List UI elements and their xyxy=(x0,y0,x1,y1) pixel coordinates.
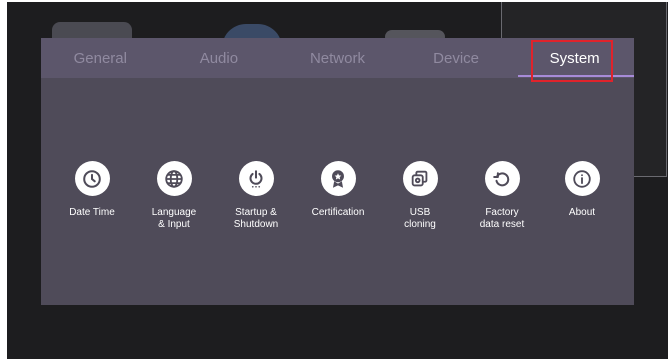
tab-network[interactable]: Network xyxy=(278,38,397,78)
info-icon xyxy=(573,169,591,188)
factory-reset-button[interactable]: Factory data reset xyxy=(457,161,547,231)
display-screen: General Audio Network Device System Date… xyxy=(7,2,668,359)
icon-circle xyxy=(74,161,110,196)
icon-circle xyxy=(156,161,192,196)
reset-icon xyxy=(493,171,510,186)
certification-button[interactable]: Certification xyxy=(293,161,383,219)
tab-label: Audio xyxy=(199,49,239,67)
item-label: Certification xyxy=(311,207,365,218)
item-label: USB cloning xyxy=(404,207,436,230)
tab-label: General xyxy=(73,49,127,67)
date-time-button[interactable]: Date Time xyxy=(47,161,137,219)
about-button[interactable]: About xyxy=(537,161,627,219)
item-label: Factory data reset xyxy=(479,207,525,230)
tab-label: System xyxy=(549,49,600,67)
language-input-button[interactable]: Language & Input xyxy=(129,161,219,231)
tab-audio[interactable]: Audio xyxy=(160,38,279,78)
icon-circle xyxy=(238,161,274,196)
usb-cloning-button[interactable]: USB cloning xyxy=(375,161,465,231)
icon-circle xyxy=(484,161,520,196)
tab-bar: General Audio Network Device System xyxy=(41,38,634,78)
globe-icon xyxy=(165,169,183,188)
tab-device[interactable]: Device xyxy=(397,38,516,78)
icon-circle xyxy=(402,161,438,196)
icon-circle xyxy=(320,161,356,196)
tab-system[interactable]: System xyxy=(515,38,634,78)
power-icon xyxy=(249,169,263,188)
copy-icon xyxy=(411,170,428,186)
award-icon xyxy=(332,169,344,188)
settings-dialog: General Audio Network Device System Date… xyxy=(41,38,634,305)
tab-general[interactable]: General xyxy=(41,38,160,78)
item-label: Date Time xyxy=(69,207,115,218)
item-label: Language & Input xyxy=(151,207,197,230)
icon-circle xyxy=(564,161,600,196)
clock-icon xyxy=(83,169,101,188)
tab-label: Network xyxy=(309,49,365,67)
item-label: About xyxy=(568,207,596,218)
startup-shutdown-button[interactable]: Startup & Shutdown xyxy=(211,161,301,231)
item-label: Startup & Shutdown xyxy=(233,207,279,230)
tab-label: Device xyxy=(433,49,479,67)
